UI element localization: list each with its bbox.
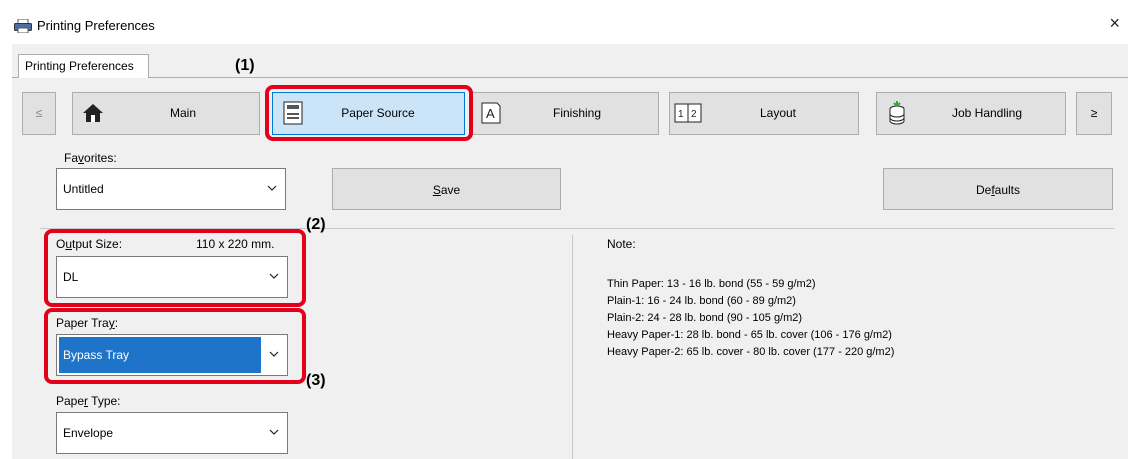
paper-type-label: Paper Type: (56, 394, 121, 408)
callout-1-label: (1) (235, 57, 255, 74)
note-line: Plain-1: 16 - 24 lb. bond (60 - 89 g/m2) (607, 295, 796, 307)
nav-finishing-button[interactable]: A Finishing (472, 92, 659, 135)
nav-next-button[interactable]: ≥ (1076, 92, 1112, 135)
nav-main-button[interactable]: Main (72, 92, 260, 135)
defaults-button[interactable]: Defaults (883, 168, 1113, 210)
note-line: Plain-2: 24 - 28 lb. bond (90 - 105 g/m2… (607, 312, 803, 324)
callout-3-label: (3) (306, 372, 326, 389)
callout-1-frame (265, 85, 473, 141)
paper-tray-label: Paper Tray: (56, 316, 119, 330)
nav-job-handling-button[interactable]: Job Handling (876, 92, 1066, 135)
svg-text:2: 2 (691, 109, 697, 120)
home-icon (83, 104, 103, 122)
note-heading: Note: (607, 237, 636, 251)
tab-printing-preferences[interactable]: Printing Preferences (18, 54, 149, 78)
svg-text:A: A (486, 106, 495, 121)
note-line: Heavy Paper-2: 65 lb. cover - 80 lb. cov… (607, 346, 895, 358)
chevron-down-icon (269, 273, 279, 279)
close-icon[interactable]: × (1109, 14, 1120, 32)
chevron-down-icon (267, 185, 277, 191)
save-button[interactable]: Save (332, 168, 561, 210)
nav-layout-button[interactable]: 1 2 Layout (669, 92, 859, 135)
favorites-select[interactable]: Untitled (56, 168, 286, 210)
title-bar: Printing Preferences × (0, 0, 1128, 44)
callout-2-label: (2) (306, 216, 326, 233)
window-title: Printing Preferences (37, 18, 155, 33)
output-size-label: Output Size: (56, 237, 123, 251)
paper-type-select[interactable]: Envelope (56, 412, 288, 454)
nav-prev-button[interactable]: ≤ (22, 92, 56, 135)
job-handling-icon (889, 101, 905, 125)
svg-text:1: 1 (678, 109, 684, 120)
favorites-label: Favorites: (64, 151, 117, 165)
note-line: Heavy Paper-1: 28 lb. bond - 65 lb. cove… (607, 329, 892, 341)
output-size-dimensions: 110 x 220 mm. (196, 237, 275, 251)
note-line: Thin Paper: 13 - 16 lb. bond (55 - 59 g/… (607, 278, 816, 290)
paper-tray-select[interactable]: Bypass Tray (56, 334, 288, 376)
chevron-down-icon (269, 429, 279, 435)
output-size-select[interactable]: DL (56, 256, 288, 298)
chevron-down-icon (269, 351, 279, 357)
column-divider (572, 235, 573, 459)
printer-icon (14, 19, 32, 33)
